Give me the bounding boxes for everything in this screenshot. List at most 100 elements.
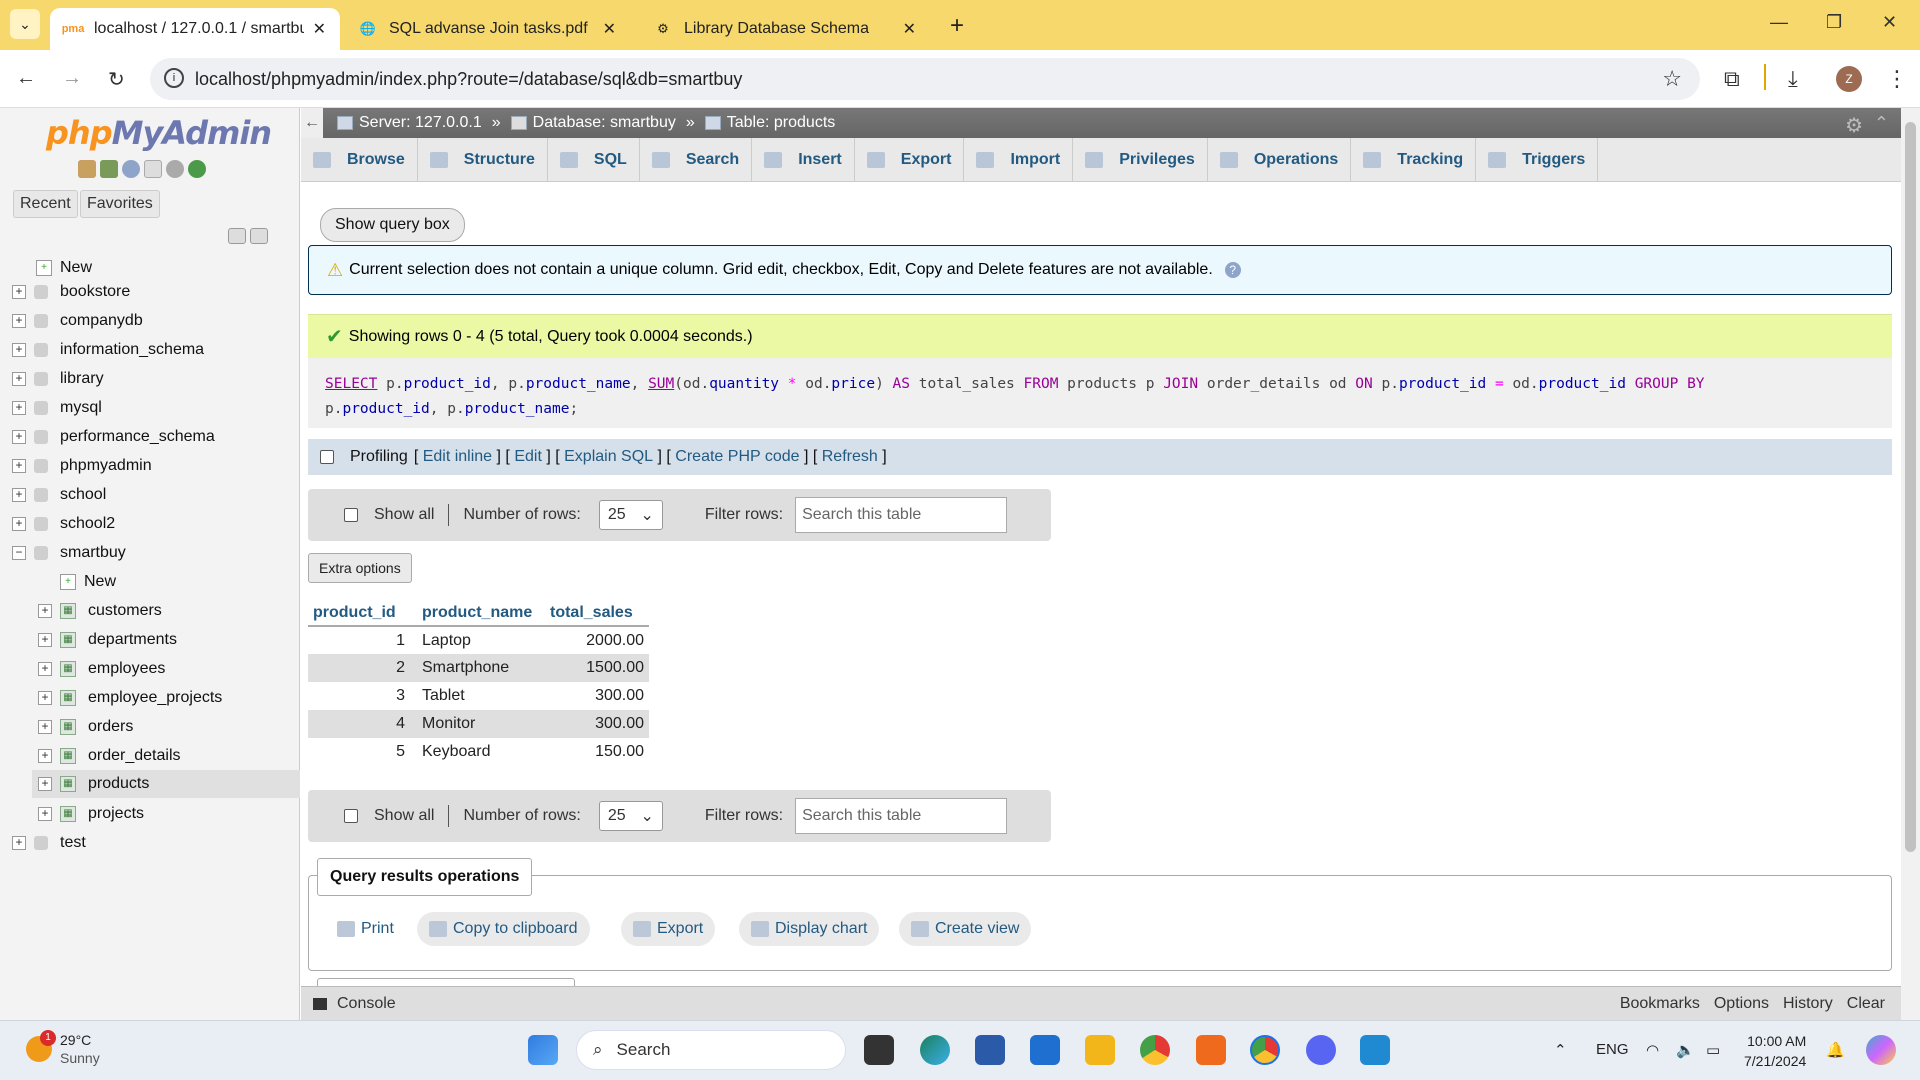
tab-structure[interactable]: Structure bbox=[418, 138, 548, 182]
tab-insert[interactable]: Insert bbox=[752, 138, 855, 182]
column-header-product-name[interactable]: product_name bbox=[410, 600, 545, 627]
avatar[interactable]: Z bbox=[1836, 66, 1862, 92]
reload-icon[interactable]: ↻ bbox=[108, 67, 125, 92]
close-window-icon[interactable]: ✕ bbox=[1882, 12, 1897, 33]
rows-select[interactable]: 25 ⌄ bbox=[598, 801, 663, 831]
collapse-nav-icon[interactable]: ← bbox=[301, 108, 323, 138]
docs-icon[interactable] bbox=[144, 160, 162, 178]
favorites-button[interactable]: Favorites bbox=[80, 190, 160, 218]
tab-browse[interactable]: Browse bbox=[301, 138, 418, 182]
language-indicator[interactable]: ENG bbox=[1596, 1041, 1629, 1058]
breadcrumb-database[interactable]: Database: smartbuy bbox=[510, 114, 676, 132]
expand-icon[interactable]: + bbox=[38, 807, 52, 821]
tree-item-db[interactable]: + library bbox=[12, 365, 104, 393]
expand-icon[interactable]: + bbox=[12, 314, 26, 328]
tab-sql[interactable]: SQL bbox=[548, 138, 640, 182]
collapse-all-icon[interactable] bbox=[228, 228, 246, 244]
tab-export[interactable]: Export bbox=[855, 138, 965, 182]
expand-icon[interactable]: + bbox=[38, 604, 52, 618]
expand-icon[interactable]: + bbox=[12, 430, 26, 444]
tree-item-db[interactable]: + mysql bbox=[12, 394, 102, 422]
column-header-product-id[interactable]: product_id bbox=[308, 600, 410, 627]
weather-widget[interactable]: 1 29°C Sunny bbox=[26, 1030, 100, 1067]
system-clock[interactable]: 10:00 AM 7/21/2024 bbox=[1744, 1031, 1806, 1071]
help-icon[interactable]: ? bbox=[1224, 262, 1241, 278]
console-bookmarks-link[interactable]: Bookmarks bbox=[1620, 995, 1700, 1013]
windows-start-icon[interactable] bbox=[528, 1035, 558, 1065]
breadcrumb-server[interactable]: Server: 127.0.0.1 bbox=[337, 114, 482, 132]
tree-item-table[interactable]: + ▦ orders bbox=[38, 713, 133, 741]
extensions-icon[interactable]: ⧉ bbox=[1724, 66, 1740, 92]
expand-icon[interactable]: + bbox=[38, 720, 52, 734]
expand-icon[interactable]: + bbox=[12, 517, 26, 531]
tree-item-table[interactable]: + ▦ order_details bbox=[38, 742, 181, 770]
browser-tab-active[interactable]: pma localhost / 127.0.0.1 / smartbuy ✕ bbox=[50, 8, 340, 50]
copy-to-clipboard-button[interactable]: Copy to clipboard bbox=[417, 912, 590, 946]
show-query-box-button[interactable]: Show query box bbox=[320, 208, 465, 242]
tree-item-db[interactable]: + performance_schema bbox=[12, 423, 215, 451]
tree-item-new-table[interactable]: + New bbox=[60, 568, 116, 596]
minimize-icon[interactable]: — bbox=[1770, 12, 1788, 33]
chrome-icon[interactable] bbox=[1140, 1035, 1170, 1065]
scrollbar-thumb[interactable] bbox=[1905, 122, 1916, 852]
tree-item-db[interactable]: + test bbox=[12, 829, 86, 857]
expand-icon[interactable]: + bbox=[12, 459, 26, 473]
create-php-code-link[interactable]: Create PHP code bbox=[675, 448, 799, 466]
task-view-icon[interactable] bbox=[864, 1035, 894, 1065]
home-icon[interactable] bbox=[78, 160, 96, 178]
print-button[interactable]: Print bbox=[325, 912, 406, 946]
close-tab-icon[interactable]: ✕ bbox=[895, 19, 916, 39]
tab-search-button[interactable]: ⌄ bbox=[10, 9, 40, 39]
console-clear-link[interactable]: Clear bbox=[1847, 995, 1885, 1013]
tab-tracking[interactable]: Tracking bbox=[1351, 138, 1477, 182]
expand-icon[interactable]: + bbox=[12, 372, 26, 386]
explain-sql-link[interactable]: Explain SQL bbox=[564, 448, 653, 466]
rows-select[interactable]: 25 ⌄ bbox=[598, 500, 663, 530]
site-info-icon[interactable]: i bbox=[164, 68, 184, 88]
link-with-main-icon[interactable] bbox=[250, 228, 268, 244]
browser-tab[interactable]: ⚙ Library Database Schema ✕ bbox=[640, 8, 930, 50]
restore-icon[interactable]: ❐ bbox=[1826, 12, 1842, 33]
tab-operations[interactable]: Operations bbox=[1208, 138, 1352, 182]
chrome-profile-icon[interactable] bbox=[1250, 1035, 1280, 1065]
browser-menu-icon[interactable]: ⋮ bbox=[1886, 66, 1908, 92]
close-tab-icon[interactable]: ✕ bbox=[595, 19, 616, 39]
edit-link[interactable]: Edit bbox=[514, 448, 542, 466]
url-bar[interactable]: i localhost/phpmyadmin/index.php?route=/… bbox=[150, 58, 1700, 100]
extra-options-button[interactable]: Extra options bbox=[308, 553, 412, 583]
expand-icon[interactable]: + bbox=[38, 749, 52, 763]
close-tab-icon[interactable]: ✕ bbox=[305, 19, 326, 39]
tab-search[interactable]: Search bbox=[640, 138, 753, 182]
tab-import[interactable]: Import bbox=[964, 138, 1074, 182]
display-chart-button[interactable]: Display chart bbox=[739, 912, 880, 946]
console-history-link[interactable]: History bbox=[1783, 995, 1833, 1013]
browser-tab[interactable]: 🌐 SQL advanse Join tasks.pdf ✕ bbox=[345, 8, 630, 50]
bookmark-star-icon[interactable]: ☆ bbox=[1662, 66, 1682, 92]
console-toggle[interactable]: Console bbox=[337, 995, 396, 1013]
breadcrumb-table[interactable]: Table: products bbox=[704, 114, 835, 132]
tree-item-table[interactable]: + ▦ departments bbox=[38, 626, 177, 654]
profiling-checkbox[interactable] bbox=[320, 450, 334, 464]
create-view-button[interactable]: Create view bbox=[899, 912, 1032, 946]
xampp-icon[interactable] bbox=[1196, 1035, 1226, 1065]
expand-icon[interactable]: + bbox=[38, 633, 52, 647]
battery-icon[interactable]: ▭ bbox=[1706, 1041, 1720, 1059]
tree-item-db[interactable]: + phpmyadmin bbox=[12, 452, 152, 480]
store-icon[interactable] bbox=[975, 1035, 1005, 1065]
phpmyadmin-logo[interactable]: phpMyAdmin bbox=[46, 114, 272, 152]
expand-icon[interactable]: + bbox=[38, 662, 52, 676]
forward-icon[interactable]: → bbox=[62, 67, 82, 90]
edit-inline-link[interactable]: Edit inline bbox=[423, 448, 492, 466]
mail-icon[interactable] bbox=[1030, 1035, 1060, 1065]
chevron-up-icon[interactable]: ⌃ bbox=[1554, 1041, 1567, 1059]
export-button[interactable]: Export bbox=[621, 912, 716, 946]
tab-triggers[interactable]: Triggers bbox=[1476, 138, 1599, 182]
expand-icon[interactable]: + bbox=[12, 401, 26, 415]
tab-privileges[interactable]: Privileges bbox=[1073, 138, 1208, 182]
notifications-icon[interactable]: 🔔 bbox=[1826, 1041, 1845, 1059]
collapse-top-icon[interactable]: ⌃ bbox=[1874, 113, 1889, 134]
column-header-total-sales[interactable]: total_sales bbox=[545, 600, 649, 627]
expand-icon[interactable]: + bbox=[38, 777, 52, 791]
settings-icon[interactable] bbox=[166, 160, 184, 178]
download-icon[interactable]: ⤓ bbox=[1788, 66, 1798, 92]
